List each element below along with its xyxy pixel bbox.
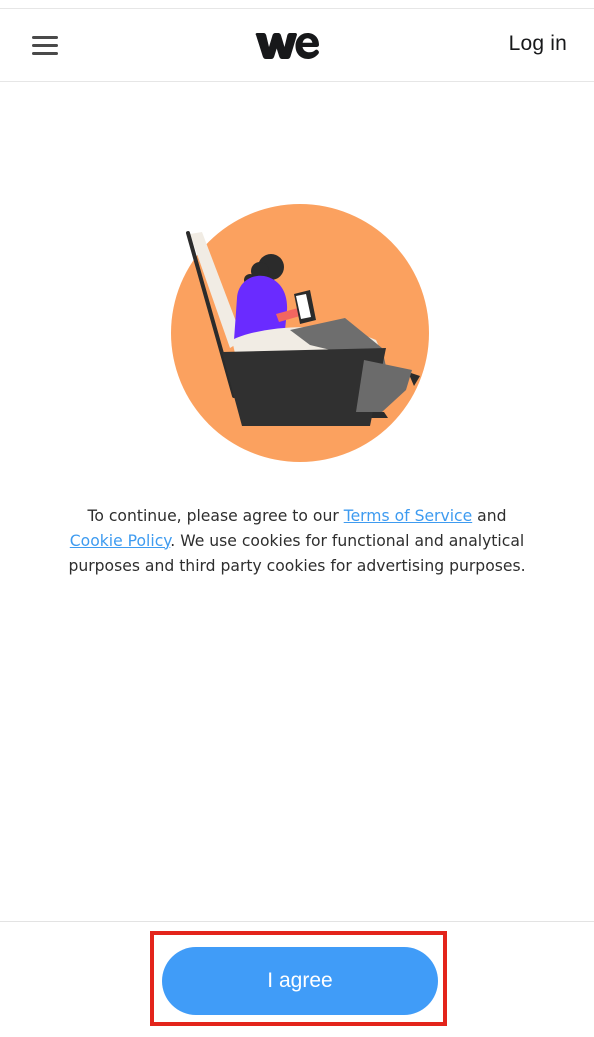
consent-text-middle: and (472, 506, 507, 525)
wetransfer-logo[interactable] (254, 29, 320, 63)
i-agree-button[interactable]: I agree (162, 947, 438, 1015)
top-bar: Log in (0, 9, 594, 82)
cookie-policy-link[interactable]: Cookie Policy (70, 532, 171, 550)
login-link[interactable]: Log in (509, 32, 567, 56)
consent-message: To continue, please agree to our Terms o… (40, 504, 554, 579)
consent-text-before: To continue, please agree to our (87, 506, 344, 525)
reading-person-illustration (171, 204, 429, 462)
footer-divider (0, 921, 594, 922)
hamburger-menu-icon[interactable] (30, 33, 60, 57)
terms-of-service-link[interactable]: Terms of Service (344, 507, 473, 525)
